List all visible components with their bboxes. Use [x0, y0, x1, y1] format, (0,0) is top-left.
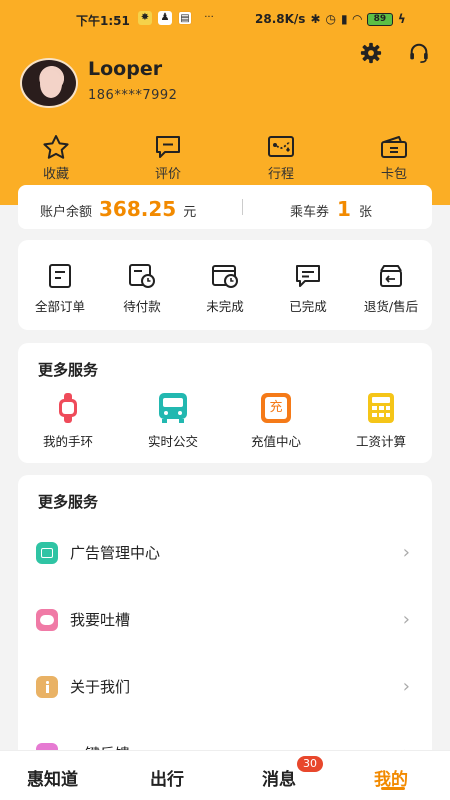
chevron-right-icon: › [402, 676, 410, 697]
list-item-label: 关于我们 [70, 678, 131, 696]
notification-icons: ✸ ♟ ▤ ··· [138, 11, 220, 25]
ticket-label: 乘车券 [290, 205, 330, 220]
order-label: 待付款 [123, 299, 161, 314]
quick-actions: 收藏 评价 行程 卡包 [0, 133, 450, 182]
order-label: 全部订单 [34, 299, 85, 314]
order-label: 未完成 [206, 299, 244, 314]
service-recharge[interactable]: 充 充值中心 [226, 393, 326, 450]
return-icon [380, 265, 402, 287]
phone-number: 186****7992 [88, 88, 178, 103]
recharge-glyph: 充 [265, 397, 287, 419]
message-notification-icon: ▤ [178, 11, 192, 25]
order-incomplete[interactable]: 未完成 [183, 262, 267, 315]
quick-action-label: 评价 [154, 167, 181, 182]
alarm-icon: ◷ [325, 12, 336, 26]
more-services-card: 更多服务 广告管理中心 › 我要吐槽 › 关于我们 › 一键反馈 › [18, 475, 432, 775]
wristband-icon [53, 393, 83, 423]
quick-action-favorites[interactable]: 收藏 [16, 133, 96, 182]
bottom-tab-bar: 惠知道 出行 消息 我的 [0, 750, 450, 800]
status-right: 28.8K/s ✱ ◷ ▮ ◠ 89 ϟ [255, 12, 406, 26]
ticket-unit: 张 [358, 205, 372, 220]
order-completed[interactable]: 已完成 [266, 262, 350, 315]
headset-icon[interactable] [408, 42, 430, 64]
order-list-icon [49, 264, 71, 288]
quick-action-trips[interactable]: 行程 [241, 133, 321, 182]
service-label: 充值中心 [250, 434, 301, 449]
qq-icon: ♟ [158, 11, 172, 25]
service-label: 实时公交 [147, 434, 198, 449]
order-label: 退货/售后 [363, 299, 419, 314]
divider [242, 199, 243, 215]
list-item-label: 广告管理中心 [70, 544, 161, 562]
tab-knowledge[interactable]: 惠知道 [27, 765, 78, 790]
gear-icon[interactable] [360, 42, 382, 64]
balance-amount: 368.25 [99, 197, 177, 221]
orders-card: 全部订单 待付款 未完成 已完成 退货/售后 [18, 240, 432, 330]
order-returns[interactable]: 退货/售后 [349, 262, 433, 315]
quick-action-wallet[interactable]: 卡包 [354, 133, 434, 182]
chevron-right-icon: › [402, 609, 410, 630]
account-balance[interactable]: 账户余额 368.25 元 [40, 197, 196, 221]
ad-manage-icon [36, 542, 58, 564]
signal-icon: ▮ [340, 12, 348, 26]
balance-unit: 元 [183, 205, 197, 220]
order-all[interactable]: 全部订单 [18, 262, 102, 315]
status-time: 下午1:51 [76, 14, 130, 28]
avatar[interactable] [20, 58, 78, 108]
app-notification-icon: ✸ [138, 11, 152, 25]
list-item-ad-management[interactable]: 广告管理中心 › [18, 532, 432, 572]
service-realtime-bus[interactable]: 实时公交 [123, 393, 223, 450]
battery-icon: 89 [366, 12, 393, 26]
profile-header: 下午1:51 ✸ ♟ ▤ ··· 28.8K/s ✱ ◷ ▮ ◠ 89 ϟ Lo… [0, 0, 450, 205]
calculator-icon [366, 393, 396, 423]
list-item-about-us[interactable]: 关于我们 › [18, 666, 432, 706]
recharge-icon: 充 [261, 393, 291, 423]
wifi-icon: ◠ [352, 12, 362, 26]
more-services-title: 更多服务 [38, 493, 99, 511]
order-label: 已完成 [289, 299, 327, 314]
list-item-label: 我要吐槽 [70, 611, 131, 629]
service-wristband[interactable]: 我的手环 [18, 393, 118, 450]
chat-bubble-icon [36, 609, 58, 631]
charging-icon: ϟ [397, 12, 406, 26]
list-item-complaint[interactable]: 我要吐槽 › [18, 599, 432, 639]
quick-action-label: 收藏 [42, 167, 69, 182]
service-label: 我的手环 [42, 434, 93, 449]
order-pending-payment[interactable]: 待付款 [100, 262, 184, 315]
balance-label: 账户余额 [40, 205, 93, 220]
header-actions [360, 42, 430, 64]
services-card: 更多服务 我的手环 实时公交 充 充值中心 工资计算 [18, 343, 432, 463]
service-salary-calc[interactable]: 工资计算 [331, 393, 431, 450]
more-dots-icon: ··· [204, 12, 214, 23]
message-count-badge: 30 [297, 756, 323, 772]
incomplete-icon [212, 265, 238, 288]
ride-tickets[interactable]: 乘车券 1 张 [290, 197, 372, 221]
ticket-count: 1 [337, 197, 351, 221]
tab-messages[interactable]: 消息 [262, 765, 296, 790]
service-label: 工资计算 [355, 434, 406, 449]
username: Looper [88, 58, 163, 80]
balance-card: 账户余额 368.25 元 乘车券 1 张 [18, 185, 432, 229]
chevron-right-icon: › [402, 542, 410, 563]
quick-action-label: 行程 [267, 167, 294, 182]
bluetooth-icon: ✱ [310, 12, 321, 26]
quick-action-label: 卡包 [380, 167, 407, 182]
services-title: 更多服务 [38, 361, 99, 379]
avatar-face [40, 70, 62, 98]
network-speed: 28.8K/s [255, 12, 306, 26]
active-tab-indicator [381, 787, 405, 790]
wallet-icon [381, 136, 407, 158]
info-icon [36, 676, 58, 698]
star-icon [43, 135, 69, 159]
completed-icon [296, 265, 320, 287]
tab-travel[interactable]: 出行 [150, 765, 184, 790]
status-bar: 下午1:51 ✸ ♟ ▤ ··· 28.8K/s ✱ ◷ ▮ ◠ 89 ϟ [0, 0, 450, 38]
comment-icon [156, 136, 180, 158]
route-map-icon [268, 136, 294, 157]
pending-payment-icon [129, 264, 155, 288]
quick-action-reviews[interactable]: 评价 [128, 133, 208, 182]
bus-icon [158, 393, 188, 423]
